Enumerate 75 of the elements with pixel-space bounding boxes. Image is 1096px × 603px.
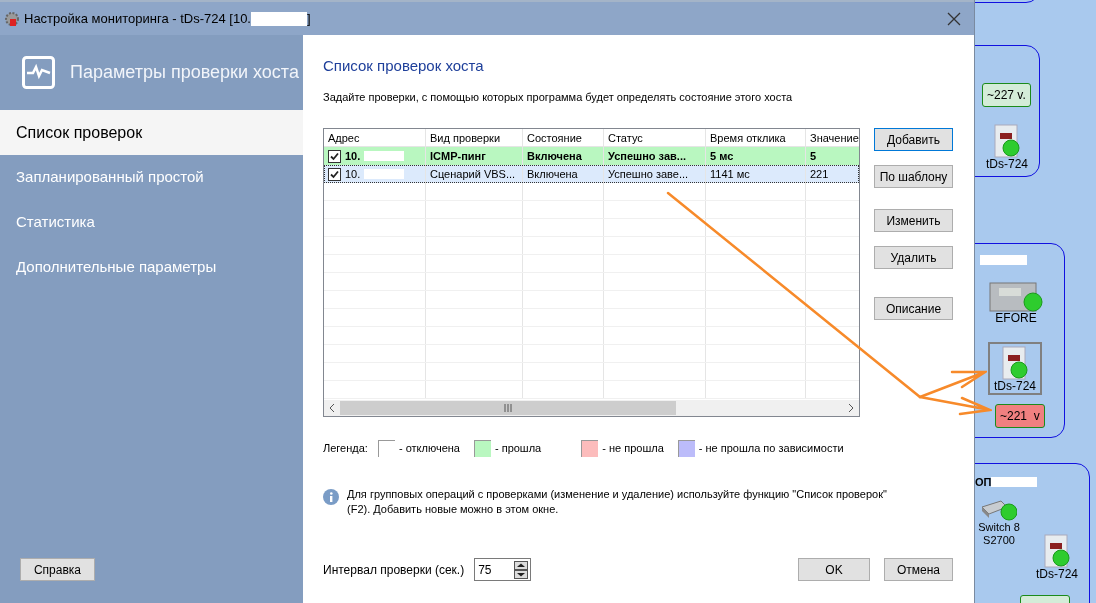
map-node[interactable]: tDs-724	[980, 120, 1034, 173]
map-node[interactable]: tDs-724	[1030, 530, 1084, 583]
window-title-end: ]	[307, 9, 311, 28]
column-header[interactable]: Значение	[806, 129, 859, 146]
node-label: EFORE	[994, 312, 1038, 325]
sidebar-item[interactable]: Список проверок	[0, 110, 303, 155]
device-icon	[994, 124, 1020, 158]
value-label: ~221 v	[995, 404, 1045, 428]
scrollbar-thumb[interactable]	[340, 401, 676, 415]
row-checkbox[interactable]	[328, 149, 341, 163]
table-cell-text: Сценарий VBS...	[430, 166, 516, 182]
network-switch-icon	[981, 499, 1017, 521]
map-node[interactable]: EFORE	[984, 278, 1048, 327]
action-button[interactable]: Удалить	[874, 246, 953, 269]
legend-label: Легенда:	[323, 441, 368, 457]
table-cell-text: 1141 мс	[710, 166, 750, 182]
redaction-bar	[364, 151, 405, 161]
interval-label: Интервал проверки (сек.)	[323, 561, 465, 579]
action-button[interactable]: По шаблону	[874, 165, 953, 188]
redaction-bar	[364, 169, 405, 179]
action-button[interactable]: Изменить	[874, 209, 953, 232]
info-text: Для групповых операций с проверками (изменение и удаление) используйте функцию "Список проверок" (F2). Добавить новые можно в этом окне.	[347, 487, 888, 517]
section-title: Список проверок хоста	[323, 56, 484, 76]
interval-spinbox[interactable]: 75	[474, 558, 532, 581]
node-label: tDs-724	[993, 380, 1037, 393]
device-icon	[1044, 534, 1070, 568]
gear-icon	[4, 10, 20, 27]
table-cell-text: 221	[810, 166, 829, 182]
legend-text: - не прошла	[602, 441, 664, 457]
horizontal-scrollbar[interactable]	[324, 400, 859, 416]
redaction-bar	[991, 477, 1038, 488]
column-header[interactable]: Вид проверки	[426, 129, 523, 146]
sidebar-title: Параметры проверки хоста	[70, 61, 299, 84]
column-header[interactable]: Состояние	[523, 129, 604, 146]
table-cell-text: 5 мс	[710, 148, 734, 164]
legend-text: - не прошла по зависимости	[698, 441, 844, 457]
column-header[interactable]: Адрес	[324, 129, 426, 146]
help-button[interactable]: Справка	[20, 558, 95, 581]
close-icon	[947, 11, 961, 26]
window-title: Настройка мониторинга - tDs-724 [10.	[24, 9, 251, 28]
table-cell-text: ICMP-пинг	[430, 148, 486, 164]
redaction-bar	[251, 11, 307, 26]
meter-icon	[989, 282, 1043, 312]
group-title: ОП	[975, 475, 992, 490]
table-cell-text: 10.	[345, 148, 361, 164]
table-cell-text: Включена	[527, 166, 578, 182]
device-icon	[1002, 346, 1028, 380]
node-label: Switch 8 S2700	[978, 521, 1020, 547]
table-cell-text: Успешно заве...	[608, 166, 689, 182]
info-icon	[323, 489, 339, 505]
section-description: Задайте проверки, с помощью которых программа будет определять состояние этого хоста	[323, 90, 793, 105]
node-label: tDs-724	[1035, 568, 1079, 581]
column-header[interactable]: Статус	[604, 129, 706, 146]
value-label: ~227 v.	[982, 83, 1031, 107]
map-node[interactable]: Switch 8 S2700	[973, 495, 1025, 549]
action-button[interactable]: Добавить	[874, 128, 953, 151]
column-header[interactable]: Время отклика	[706, 129, 806, 146]
table-row[interactable]: 10. ICMP-пинг Включена Успешно зав... 5 мс 5	[324, 147, 859, 165]
map-node[interactable]: tDs-724	[988, 342, 1042, 395]
cancel-button[interactable]: Отмена	[884, 558, 953, 581]
table-cell-text: 5	[810, 148, 817, 164]
legend-text: - прошла	[494, 441, 542, 457]
legend-text: - отключена	[398, 441, 460, 457]
grip-icon	[504, 404, 512, 412]
table-cell-text: 10.	[345, 166, 361, 182]
pulse-icon	[22, 56, 55, 89]
ok-button[interactable]: OK	[798, 558, 870, 581]
row-checkbox[interactable]	[328, 167, 341, 181]
action-button[interactable]: Описание	[874, 297, 953, 320]
table-cell-text: Включена	[527, 148, 582, 164]
spin-arrows-icon	[514, 560, 529, 579]
redaction-bar	[980, 255, 1027, 265]
table-row[interactable]: 10. Сценарий VBS... Включена Успешно заве... 1141 мс 221	[324, 165, 859, 183]
node-label: tDs-724	[985, 158, 1029, 171]
table-cell-text: Успешно зав...	[608, 148, 686, 164]
